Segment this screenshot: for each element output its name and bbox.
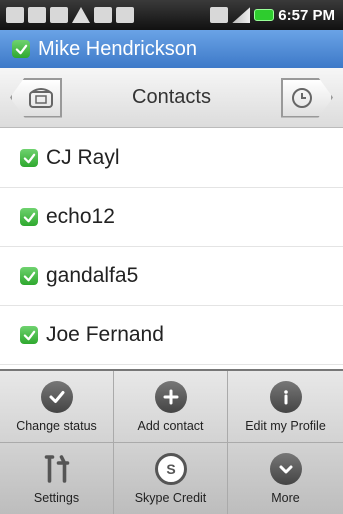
title-bar[interactable]: Mike Hendrickson [0, 30, 343, 68]
menu-item-label: Settings [33, 491, 80, 505]
change-status-menu-item[interactable]: Change status [0, 371, 114, 443]
clock-time: 6:57 PM [278, 6, 335, 24]
contact-row[interactable]: echo12 [0, 188, 343, 247]
menu-item-label: Change status [16, 418, 97, 433]
status-bar: 6:57 PM [0, 0, 343, 30]
skype-credit-menu-item[interactable]: S Skype Credit [114, 443, 228, 514]
online-check-icon [12, 40, 30, 58]
phone-icon [29, 87, 53, 108]
online-check-icon [20, 326, 38, 344]
page-title: Contacts [132, 86, 211, 108]
skype-icon: S [154, 453, 187, 485]
settings-menu-item[interactable]: Settings [0, 443, 114, 514]
clock-icon [292, 87, 312, 108]
contact-row[interactable]: gandalfa5 [0, 247, 343, 306]
menu-item-label: Skype Credit [134, 491, 207, 505]
contact-name: echo12 [46, 205, 115, 228]
chevron-down-icon [269, 453, 302, 485]
user-name: Mike Hendrickson [38, 37, 197, 60]
contact-name: CJ Rayl [46, 146, 120, 169]
contact-name: gandalfa5 [46, 264, 139, 287]
contact-row[interactable]: CJ Rayl [0, 129, 343, 188]
signal-icon [232, 7, 251, 23]
notification-icons [0, 7, 134, 23]
warning-icon [72, 7, 90, 23]
contact-name: Joe Fernand [46, 323, 164, 346]
network-icon [210, 7, 229, 23]
menu-item-label: Edit my Profile [245, 418, 326, 433]
keyboard-icon [28, 7, 46, 23]
tab-header: Contacts [0, 68, 343, 128]
contact-row[interactable]: Joe Fernand [0, 306, 343, 365]
battery-icon [254, 9, 275, 21]
contact-list[interactable]: CJ Rayl echo12 gandalfa5 Joe Fernand [0, 129, 343, 369]
sim-icon [94, 7, 112, 23]
online-check-icon [20, 149, 38, 167]
history-tab-button[interactable] [281, 77, 333, 118]
plus-icon [154, 380, 187, 413]
phone-icon [6, 7, 24, 23]
edit-profile-menu-item[interactable]: Edit my Profile [228, 371, 343, 443]
online-check-icon [20, 208, 38, 226]
menu-item-label: Add contact [137, 418, 204, 433]
menu-item-label: More [271, 491, 300, 505]
more-menu-item[interactable]: More [228, 443, 343, 514]
options-menu: Change status Add contact Edit my Profil… [0, 369, 343, 514]
add-contact-menu-item[interactable]: Add contact [114, 371, 228, 443]
check-icon [40, 380, 73, 413]
phone-tab-button[interactable] [10, 77, 62, 118]
usb-icon [50, 7, 68, 23]
info-icon [269, 380, 302, 413]
svg-text:S: S [166, 461, 175, 477]
debug-icon [116, 7, 134, 23]
tools-icon [41, 453, 73, 485]
online-check-icon [20, 267, 38, 285]
